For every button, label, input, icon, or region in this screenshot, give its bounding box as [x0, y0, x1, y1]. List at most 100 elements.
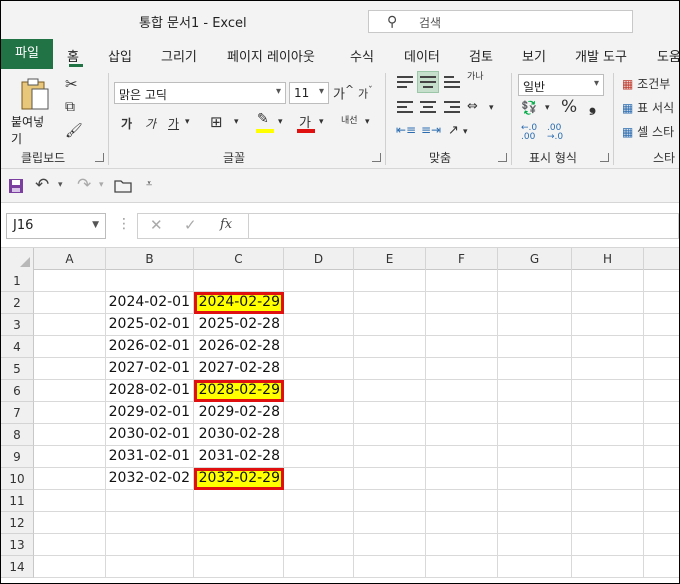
cell-b2[interactable]: 2024-02-01 — [106, 292, 194, 314]
cell-g10[interactable] — [498, 468, 572, 490]
cell-f2[interactable] — [426, 292, 498, 314]
chevron-down-icon[interactable]: ▾ — [545, 103, 550, 113]
column-header-g[interactable]: G — [498, 248, 572, 270]
orientation-icon[interactable]: ↗ — [448, 123, 459, 138]
column-header-f[interactable]: F — [426, 248, 498, 270]
row-header-13[interactable]: 13 — [1, 534, 34, 556]
decrease-indent-icon[interactable]: ⇤≡ — [396, 123, 416, 137]
cell-d5[interactable] — [284, 358, 354, 380]
cell-a10[interactable] — [34, 468, 106, 490]
cell-f11[interactable] — [426, 490, 498, 512]
cell-b9[interactable]: 2031-02-01 — [106, 446, 194, 468]
cell-b11[interactable] — [106, 490, 194, 512]
cell-c12[interactable] — [194, 512, 284, 534]
cell-f3[interactable] — [426, 314, 498, 336]
cell-f8[interactable] — [426, 424, 498, 446]
cell-g2[interactable] — [498, 292, 572, 314]
cell-e5[interactable] — [354, 358, 426, 380]
align-left-icon[interactable] — [396, 100, 414, 118]
row-header-4[interactable]: 4 — [1, 336, 34, 358]
tab-review[interactable]: 검토 — [469, 46, 493, 65]
cell-a13[interactable] — [34, 534, 106, 556]
phonetic-button[interactable]: 내선 — [341, 113, 358, 126]
select-all-button[interactable] — [1, 248, 34, 270]
cell-b5[interactable]: 2027-02-01 — [106, 358, 194, 380]
cell-f14[interactable] — [426, 556, 498, 578]
cell-g8[interactable] — [498, 424, 572, 446]
tab-insert[interactable]: 삽입 — [108, 46, 132, 65]
cell-i10[interactable] — [644, 468, 679, 490]
tab-draw[interactable]: 그리기 — [161, 46, 197, 65]
cell-d4[interactable] — [284, 336, 354, 358]
column-header-a[interactable]: A — [34, 248, 106, 270]
align-middle-button[interactable] — [417, 71, 439, 93]
cell-f7[interactable] — [426, 402, 498, 424]
cell-e11[interactable] — [354, 490, 426, 512]
column-header-c[interactable]: C — [194, 248, 284, 270]
column-header-h[interactable]: H — [572, 248, 644, 270]
cell-c9[interactable]: 2031-02-28 — [194, 446, 284, 468]
cell-e13[interactable] — [354, 534, 426, 556]
cell-i8[interactable] — [644, 424, 679, 446]
column-header-b[interactable]: B — [106, 248, 194, 270]
decrease-decimal-icon[interactable]: .00 →.0 — [547, 124, 563, 142]
row-header-10[interactable]: 10 — [1, 468, 34, 490]
alignment-launcher-icon[interactable] — [498, 153, 507, 162]
cell-i5[interactable] — [644, 358, 679, 380]
cell-h1[interactable] — [572, 270, 644, 292]
worksheet-grid[interactable]: ABCDEFGH 1 2 2024-02-01 2024-02-29 3 2025-02-… — [1, 248, 679, 583]
fill-color-icon[interactable]: ✎ — [257, 111, 269, 127]
row-header-9[interactable]: 9 — [1, 446, 34, 468]
column-header-e[interactable]: E — [354, 248, 426, 270]
tab-help[interactable]: 도움 — [657, 46, 680, 65]
cell-i11[interactable] — [644, 490, 679, 512]
cell-g5[interactable] — [498, 358, 572, 380]
cell-e6[interactable] — [354, 380, 426, 402]
cell-a6[interactable] — [34, 380, 106, 402]
cell-a11[interactable] — [34, 490, 106, 512]
undo-icon[interactable]: ↶ — [35, 175, 49, 195]
chevron-down-icon[interactable]: ▾ — [463, 127, 468, 137]
cell-h3[interactable] — [572, 314, 644, 336]
cell-h13[interactable] — [572, 534, 644, 556]
cell-g14[interactable] — [498, 556, 572, 578]
cell-c1[interactable] — [194, 270, 284, 292]
cell-e7[interactable] — [354, 402, 426, 424]
redo-icon[interactable]: ↷ — [77, 175, 91, 195]
row-header-2[interactable]: 2 — [1, 292, 34, 314]
tab-formulas[interactable]: 수식 — [350, 46, 374, 65]
cell-g3[interactable] — [498, 314, 572, 336]
cell-b14[interactable] — [106, 556, 194, 578]
number-launcher-icon[interactable] — [600, 153, 609, 162]
cell-b8[interactable]: 2030-02-01 — [106, 424, 194, 446]
font-name-select[interactable]: 맑은 고딕 ▾ — [114, 82, 286, 104]
percent-icon[interactable]: % — [561, 97, 577, 117]
cell-h4[interactable] — [572, 336, 644, 358]
row-header-14[interactable]: 14 — [1, 556, 34, 578]
cell-c6[interactable]: 2028-02-29 — [194, 380, 284, 402]
cell-f12[interactable] — [426, 512, 498, 534]
cell-f10[interactable] — [426, 468, 498, 490]
tab-view[interactable]: 보기 — [522, 46, 546, 65]
row-header-1[interactable]: 1 — [1, 270, 34, 292]
cell-i12[interactable] — [644, 512, 679, 534]
font-size-select[interactable]: 11 ▾ — [289, 82, 329, 104]
row-header-12[interactable]: 12 — [1, 512, 34, 534]
cell-c2[interactable]: 2024-02-29 — [194, 292, 284, 314]
row-header-3[interactable]: 3 — [1, 314, 34, 336]
cell-g4[interactable] — [498, 336, 572, 358]
comma-icon[interactable]: ❟ — [589, 95, 596, 116]
cell-g9[interactable] — [498, 446, 572, 468]
tab-file[interactable]: 파일 — [1, 39, 53, 69]
cell-a7[interactable] — [34, 402, 106, 424]
cell-d3[interactable] — [284, 314, 354, 336]
cell-h12[interactable] — [572, 512, 644, 534]
cell-a8[interactable] — [34, 424, 106, 446]
italic-button[interactable]: 가 — [145, 115, 156, 132]
cell-e9[interactable] — [354, 446, 426, 468]
cell-a1[interactable] — [34, 270, 106, 292]
cell-g13[interactable] — [498, 534, 572, 556]
cell-h7[interactable] — [572, 402, 644, 424]
cell-d6[interactable] — [284, 380, 354, 402]
cell-b12[interactable] — [106, 512, 194, 534]
